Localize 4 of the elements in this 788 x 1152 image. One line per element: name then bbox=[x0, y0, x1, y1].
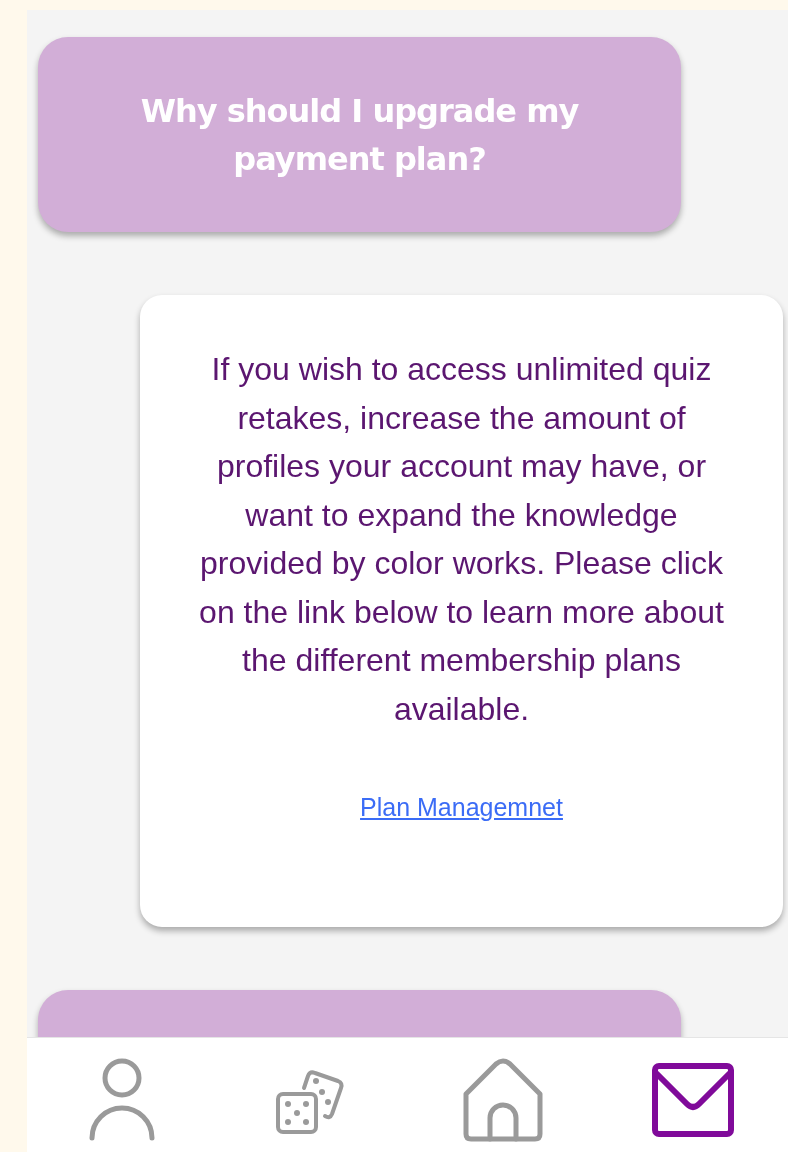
plan-link[interactable]: Plan Managemnet bbox=[360, 789, 563, 827]
answer-text: If you wish to access unlimited quiz retakes, increase the amount of profiles your account may have, or want to expand the knowledge provided by color works. Please click on the link below to learn more about the different membership plans available. bbox=[198, 350, 725, 729]
question-text: Why should I upgrade my payment plan? bbox=[139, 90, 580, 180]
mail-icon bbox=[650, 1062, 735, 1138]
